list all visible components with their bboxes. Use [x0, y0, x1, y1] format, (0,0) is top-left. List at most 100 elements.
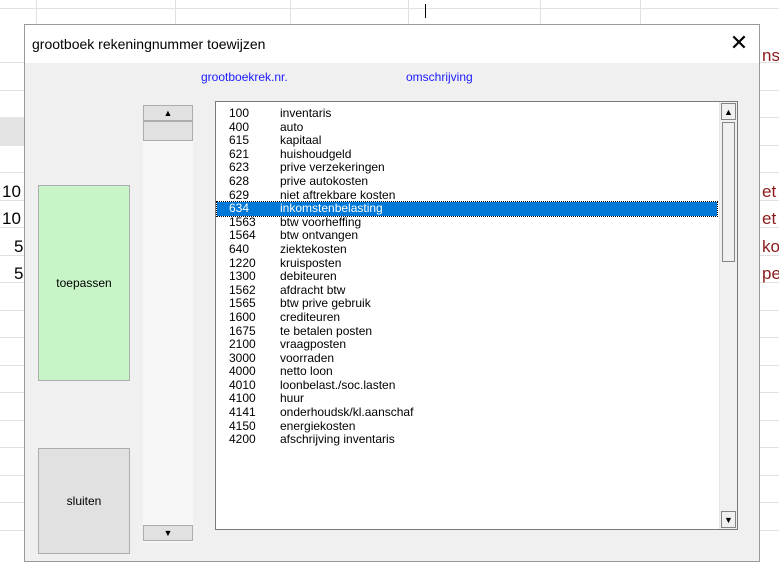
account-description: te betalen posten — [280, 323, 373, 338]
account-code: 4150 — [229, 418, 256, 433]
list-item[interactable]: 1300 debiteuren — [217, 270, 717, 284]
column-header-description: omschrijving — [406, 70, 473, 84]
list-item[interactable]: 400 auto — [217, 119, 717, 135]
account-code: 3000 — [229, 350, 256, 365]
account-code: 1675 — [229, 323, 256, 338]
account-description: inventaris — [280, 106, 332, 120]
cell-right[interactable]: et — [762, 182, 776, 202]
column-header-number: grootboekrek.nr. — [201, 70, 288, 84]
list-item[interactable]: 640 ziektekosten — [217, 241, 717, 257]
account-description: afschrijving inventaris — [280, 432, 395, 447]
account-description: auto — [280, 119, 304, 134]
triangle-up-icon: ▲ — [724, 106, 733, 117]
ledger-dialog: grootboek rekeningnummer toewijzen ✕ gro… — [24, 24, 760, 562]
text-cursor — [425, 4, 426, 18]
triangle-down-icon: ▼ — [163, 528, 173, 538]
account-code: 1300 — [229, 269, 256, 284]
list-item[interactable]: 1220 kruisposten — [217, 255, 717, 271]
list-item[interactable]: 4200 afschrijving inventaris — [217, 433, 717, 447]
account-code: 621 — [229, 146, 250, 161]
list-item[interactable]: 623 prive verzekeringen — [217, 161, 717, 175]
cell-left[interactable]: 5 — [14, 264, 23, 284]
account-list: 100 inventaris 400 auto 615 kapitaal 621 huisho… — [216, 106, 718, 447]
cell-right[interactable]: et — [762, 209, 776, 229]
account-code: 634 — [229, 201, 250, 216]
account-code: 4141 — [229, 405, 256, 420]
spin-area — [143, 105, 193, 543]
list-item[interactable]: 2100 vraagposten — [217, 337, 717, 352]
account-description: netto loon — [280, 364, 333, 379]
account-description: huishoudgeld — [280, 146, 352, 161]
list-item[interactable]: 4000 netto loon — [217, 365, 717, 379]
account-description: voorraden — [280, 350, 335, 365]
account-description: prive autokosten — [280, 173, 369, 188]
cell-right[interactable]: ko — [762, 237, 779, 257]
cell-left[interactable]: 10 — [2, 209, 21, 229]
list-item[interactable]: 4100 huur — [217, 392, 717, 406]
list-item[interactable]: 615 kapitaal — [217, 134, 717, 148]
account-description: debiteuren — [280, 269, 337, 284]
list-item[interactable]: 4141 onderhoudsk/kl.aanschaf — [217, 405, 717, 420]
account-description: energiekosten — [280, 418, 356, 433]
close-icon[interactable]: ✕ — [727, 30, 751, 56]
list-item[interactable]: 628 prive autokosten — [217, 173, 717, 189]
list-item[interactable]: 621 huishoudgeld — [217, 146, 717, 162]
account-description: afdracht btw — [280, 282, 346, 297]
account-description: loonbelast./soc.lasten — [280, 377, 396, 392]
account-description: niet aftrekbare kosten — [280, 187, 396, 202]
account-code: 4010 — [229, 377, 256, 392]
account-code: 100 — [229, 106, 250, 120]
account-description: ziektekosten — [280, 241, 347, 256]
list-item[interactable]: 100 inventaris — [217, 106, 717, 121]
scrollbar-thumb[interactable] — [722, 122, 735, 262]
account-code: 1564 — [229, 228, 256, 243]
account-description: btw prive gebruik — [280, 296, 371, 311]
dialog-title: grootboek rekeningnummer toewijzen — [32, 36, 266, 52]
apply-button-label: toepassen — [56, 276, 112, 290]
close-button[interactable]: sluiten — [38, 448, 130, 554]
cell-left[interactable]: 10 — [2, 182, 21, 202]
list-item[interactable]: 1565 btw prive gebruik — [217, 297, 717, 311]
account-description: btw ontvangen — [280, 228, 359, 243]
list-item[interactable]: 4010 loonbelast./soc.lasten — [217, 377, 717, 393]
grid-line — [0, 8, 779, 9]
spin-down-button[interactable]: ▼ — [143, 525, 193, 541]
list-item[interactable]: 629 niet aftrekbare kosten — [217, 187, 717, 203]
close-button-label: sluiten — [66, 494, 102, 508]
account-code: 4200 — [229, 432, 256, 447]
list-item[interactable]: 1563 btw voorheffing — [217, 214, 717, 230]
account-description: huur — [280, 391, 305, 406]
list-item[interactable]: 1564 btw ontvangen — [217, 229, 717, 243]
account-code: 400 — [229, 119, 250, 134]
scroll-up-button[interactable]: ▲ — [721, 103, 736, 120]
account-description: prive verzekeringen — [280, 160, 385, 175]
dialog-titlebar[interactable]: grootboek rekeningnummer toewijzen ✕ — [25, 25, 759, 63]
account-code: 4100 — [229, 391, 256, 406]
account-code: 1562 — [229, 282, 256, 297]
account-code: 623 — [229, 160, 250, 175]
list-item[interactable]: 3000 voorraden — [217, 350, 717, 366]
account-description: inkomstenbelasting — [280, 201, 383, 216]
cell-left[interactable]: 5 — [14, 237, 23, 257]
cell-right[interactable]: pe — [762, 264, 779, 284]
account-description: onderhoudsk/kl.aanschaf — [280, 405, 414, 420]
list-item[interactable]: 1562 afdracht btw — [217, 282, 717, 298]
vertical-scrollbar[interactable]: ▲ ▼ — [719, 102, 737, 529]
account-listbox[interactable]: 100 inventaris 400 auto 615 kapitaal 621 huisho… — [215, 101, 738, 530]
account-code: 615 — [229, 133, 250, 148]
scroll-down-button[interactable]: ▼ — [721, 511, 736, 528]
apply-button[interactable]: toepassen — [38, 185, 130, 381]
list-item[interactable]: 4150 energiekosten — [217, 418, 717, 434]
account-code: 1220 — [229, 255, 256, 270]
list-item[interactable]: 1600 crediteuren — [217, 309, 717, 325]
account-description: btw voorheffing — [280, 214, 362, 229]
account-code: 640 — [229, 241, 250, 256]
list-item[interactable]: 1675 te betalen posten — [217, 323, 717, 339]
spin-track[interactable] — [143, 121, 193, 141]
account-description: crediteuren — [280, 309, 341, 324]
spin-up-button[interactable]: ▲ — [143, 105, 193, 121]
list-item[interactable]: 634 inkomstenbelasting — [216, 201, 718, 217]
triangle-down-icon: ▼ — [724, 514, 733, 525]
triangle-up-icon: ▲ — [163, 108, 173, 118]
cell-right[interactable]: nso — [762, 46, 779, 66]
